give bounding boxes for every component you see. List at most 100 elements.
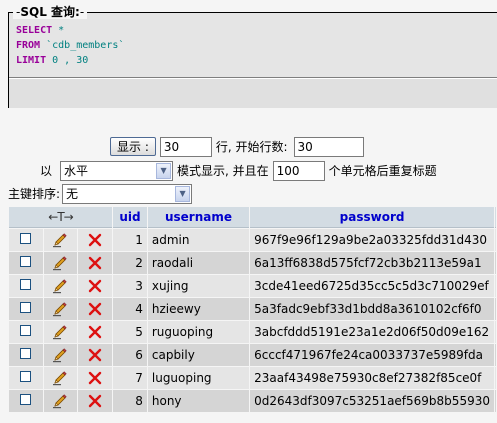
password-cell: 6a13ff6838d575fcf72cb3b2113e59a1 xyxy=(250,252,494,274)
delete-cell xyxy=(78,344,113,366)
sort-label: 主键排序: xyxy=(8,187,61,201)
red-x-icon[interactable] xyxy=(87,232,103,248)
row-checkbox-cell xyxy=(9,298,43,320)
red-x-icon[interactable] xyxy=(87,393,103,409)
red-x-icon[interactable] xyxy=(87,347,103,363)
repeat-headers-input[interactable]: 100 xyxy=(272,160,325,181)
uid-cell: 7 xyxy=(113,367,147,389)
table-row: 7 luguoping 23aaf43498e75930c8ef27382f85… xyxy=(9,367,496,389)
row-checkbox-cell xyxy=(9,321,43,343)
table-row: 6 capbily 6cccf471967fe24ca0033737e5989f… xyxy=(9,344,496,366)
username-cell: xujing xyxy=(147,275,250,297)
row-checkbox-cell xyxy=(9,344,43,366)
overflow-cell xyxy=(494,275,496,297)
password-cell: 3cde41eed6725d35cc5c5d3c710029ef xyxy=(250,275,494,297)
password-cell: 23aaf43498e75930c8ef27382f85ce0f xyxy=(250,367,494,389)
password-cell: 967f9e96f129a9be2a03325fdd31d430 xyxy=(250,229,494,251)
password-cell: 6cccf471967fe24ca0033737e5989fda xyxy=(250,344,494,366)
uid-cell: 8 xyxy=(113,390,147,412)
column-header-username[interactable]: username xyxy=(147,207,250,228)
overflow-cell xyxy=(494,367,496,389)
red-x-icon[interactable] xyxy=(87,255,103,271)
username-cell: ruguoping xyxy=(147,321,250,343)
pencil-icon[interactable] xyxy=(52,324,68,340)
pencil-icon[interactable] xyxy=(52,370,68,386)
sql-line-from: FROM `cdb_members` xyxy=(16,40,125,51)
chevron-down-icon[interactable]: ▼ xyxy=(156,162,172,179)
sort-value: 无 xyxy=(66,187,79,201)
sort-select[interactable]: 无 ▼ xyxy=(62,183,193,204)
pagination-row: 显示 : 30 行, 开始行数: 30 xyxy=(110,136,364,157)
delete-cell xyxy=(78,252,113,274)
display-mode-select[interactable]: 水平 ▼ xyxy=(60,160,174,181)
show-button[interactable]: 显示 : xyxy=(110,137,156,156)
action-column-header: ←T→ xyxy=(9,207,113,228)
row-checkbox-cell xyxy=(9,252,43,274)
row-checkbox[interactable] xyxy=(20,302,32,313)
delete-cell xyxy=(78,390,113,412)
row-checkbox[interactable] xyxy=(20,279,32,290)
password-cell: 5a3fadc9ebf33d1bdd8a3610102cf6f0 xyxy=(250,298,494,320)
table-row: 8 hony 0d2643df3097c53251aef569b8b55930 xyxy=(9,390,496,412)
row-checkbox-cell xyxy=(9,390,43,412)
column-header-overflow xyxy=(494,207,496,228)
delete-cell xyxy=(78,321,113,343)
username-cell: hony xyxy=(147,390,250,412)
username-cell: raodali xyxy=(147,252,250,274)
row-checkbox[interactable] xyxy=(20,256,32,267)
username-cell: admin xyxy=(147,229,250,251)
uid-cell: 1 xyxy=(113,229,147,251)
delete-cell xyxy=(78,229,113,251)
edit-cell xyxy=(43,321,78,343)
red-x-icon[interactable] xyxy=(87,301,103,317)
pencil-icon[interactable] xyxy=(52,255,68,271)
pencil-icon[interactable] xyxy=(52,278,68,294)
repeat-suffix-label: 个单元格后重复标题 xyxy=(328,164,437,178)
table-row: 1 admin 967f9e96f129a9be2a03325fdd31d430 xyxy=(9,229,496,251)
sql-query-code: SELECT * FROM `cdb_members` LIMIT 0 , 30 xyxy=(16,23,124,68)
edit-cell xyxy=(43,344,78,366)
overflow-cell xyxy=(494,344,496,366)
column-header-uid[interactable]: uid xyxy=(113,207,147,228)
rows-label: 行, 开始行数: xyxy=(215,140,288,154)
row-checkbox[interactable] xyxy=(20,233,32,244)
red-x-icon[interactable] xyxy=(87,278,103,294)
row-checkbox[interactable] xyxy=(20,394,32,405)
column-header-password[interactable]: password xyxy=(250,207,494,228)
table-row: 2 raodali 6a13ff6838d575fcf72cb3b2113e59… xyxy=(9,252,496,274)
username-cell: luguoping xyxy=(147,367,250,389)
overflow-cell xyxy=(494,298,496,320)
display-mode-row: 以 水平 ▼ 模式显示, 并且在 100 个单元格后重复标题 xyxy=(40,160,437,181)
overflow-cell xyxy=(494,252,496,274)
pencil-icon[interactable] xyxy=(52,347,68,363)
sql-panel-lower xyxy=(9,78,497,108)
results-table: ←T→ uid username password 1 admin 967f9e… xyxy=(8,206,497,413)
sql-line-select: SELECT * xyxy=(16,25,65,36)
chevron-down-icon[interactable]: ▼ xyxy=(175,185,191,202)
uid-cell: 3 xyxy=(113,275,147,297)
row-checkbox[interactable] xyxy=(20,325,32,336)
sql-line-limit: LIMIT 0 , 30 xyxy=(16,55,89,66)
pencil-icon[interactable] xyxy=(52,232,68,248)
username-cell: capbily xyxy=(147,344,250,366)
mode-suffix-label: 模式显示, 并且在 xyxy=(177,164,269,178)
pencil-icon[interactable] xyxy=(52,301,68,317)
pencil-icon[interactable] xyxy=(52,393,68,409)
start-row-input[interactable]: 30 xyxy=(293,136,364,157)
uid-cell: 6 xyxy=(113,344,147,366)
row-checkbox[interactable] xyxy=(20,371,32,382)
delete-cell xyxy=(78,298,113,320)
row-checkbox[interactable] xyxy=(20,348,32,359)
edit-cell xyxy=(43,229,78,251)
table-row: 5 ruguoping 3abcfddd5191e23a1e2d06f50d09… xyxy=(9,321,496,343)
overflow-cell xyxy=(494,390,496,412)
edit-cell xyxy=(43,252,78,274)
display-mode-value: 水平 xyxy=(64,164,89,178)
delete-cell xyxy=(78,367,113,389)
password-cell: 3abcfddd5191e23a1e2d06f50d09e162 xyxy=(250,321,494,343)
password-cell: 0d2643df3097c53251aef569b8b55930 xyxy=(250,390,494,412)
sql-query-legend: -SQL 查询:- xyxy=(13,6,88,19)
red-x-icon[interactable] xyxy=(87,324,103,340)
row-count-input[interactable]: 30 xyxy=(159,136,212,157)
red-x-icon[interactable] xyxy=(87,370,103,386)
